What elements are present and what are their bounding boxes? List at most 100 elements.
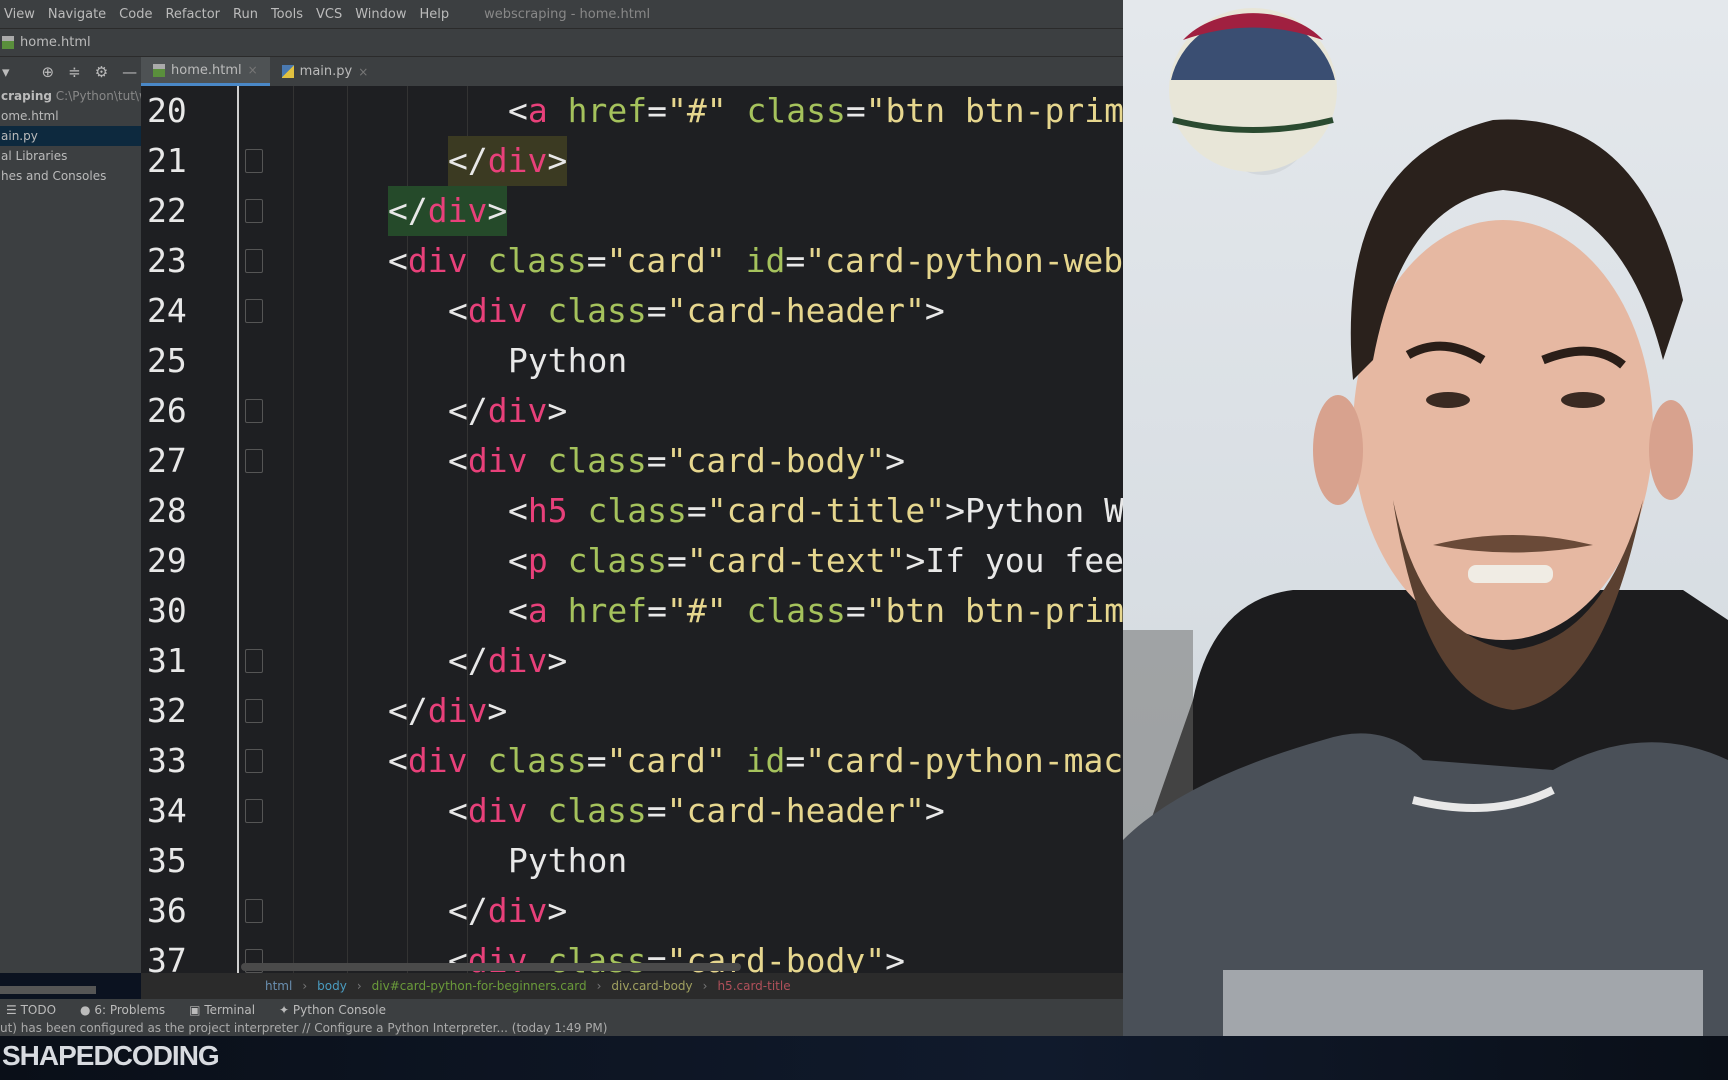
menu-item-code[interactable]: Code [119,7,152,22]
project-root[interactable]: craping C:\Python\tut\wel [0,86,141,106]
fold-marker-icon[interactable] [245,649,263,673]
code-token: class [487,741,587,780]
code-line[interactable]: 26 </div> [141,386,1123,436]
code-token: = [647,91,667,130]
dropdown-icon[interactable]: ▾ [2,63,10,81]
code-line[interactable]: 34 <div class="card-header"> [141,786,1123,836]
toolwindow-todo[interactable]: ☰ TODO [6,1003,56,1017]
collapse-all-icon[interactable]: ≑ [68,63,81,81]
code-token: < [388,741,408,780]
close-icon[interactable]: × [358,65,368,79]
hide-icon[interactable]: — [122,63,137,81]
code-line[interactable]: 29 <p class="card-text">If you fee [141,536,1123,586]
menu-item-navigate[interactable]: Navigate [48,7,106,22]
code-token: = [646,441,667,480]
tab-home-html[interactable]: home.html × [141,57,270,86]
nav-file[interactable]: home.html [20,35,91,50]
code-token: div [487,391,548,430]
code-editor[interactable]: 20 <a href="#" class="btn btn-prim 21 </div… [141,86,1123,973]
code-token: > [547,141,568,180]
code-line[interactable]: 24 <div class="card-header"> [141,286,1123,336]
sidebar-item[interactable]: ain.py [0,126,141,146]
code-line[interactable]: 23 <div class="card" id="card-python-web [141,236,1123,286]
code-line[interactable]: 35 Python [141,836,1123,886]
toolwindow-problems[interactable]: ● 6: Problems [80,1003,165,1017]
locate-icon[interactable]: ⊕ [42,63,55,81]
chevron-right-icon: › [596,979,602,993]
menu-item-help[interactable]: Help [419,7,449,22]
code-token: Python W [965,491,1123,530]
fold-marker-icon[interactable] [245,449,263,473]
code-content: </div> [388,686,507,736]
breadcrumb-item[interactable]: body [317,979,347,993]
toolwindow-terminal[interactable]: ▣ Terminal [189,1003,255,1017]
menu-item-tools[interactable]: Tools [271,7,303,22]
toolwindow-pythonconsole[interactable]: ✦ Python Console [279,1003,386,1017]
horizontal-scrollbar[interactable] [241,963,741,971]
fold-marker-icon[interactable] [245,749,263,773]
code-content: Python [508,836,627,886]
code-token: "card" [606,741,726,780]
code-line[interactable]: 33 <div class="card" id="card-python-mac [141,736,1123,786]
breadcrumb-item[interactable]: html [265,979,292,993]
gear-icon[interactable]: ⚙ [95,63,108,81]
code-line[interactable]: 31 </div> [141,636,1123,686]
code-line[interactable]: 25 Python [141,336,1123,386]
menu-item-vcs[interactable]: VCS [316,7,342,22]
fold-marker-icon[interactable] [245,899,263,923]
fold-marker-icon[interactable] [245,799,263,823]
code-token: > [547,891,568,930]
line-number: 30 [147,591,187,630]
navigation-bar: home.html [0,29,1123,57]
menu-item-window[interactable]: Window [355,7,406,22]
code-line[interactable]: 22 </div> [141,186,1123,236]
line-number: 28 [147,491,187,530]
code-token: < [508,591,528,630]
fold-marker-icon[interactable] [245,199,263,223]
code-token: = [586,241,607,280]
line-number: 31 [147,641,187,680]
close-icon[interactable]: × [248,63,258,77]
html-file-icon [2,36,14,49]
code-line[interactable]: 27 <div class="card-body"> [141,436,1123,486]
sidebar-item[interactable]: hes and Consoles [0,166,141,186]
code-content: </div> [448,386,567,436]
code-content: <a href="#" class="btn btn-prim [508,586,1123,636]
sidebar-scrollbar[interactable] [0,986,96,994]
python-file-icon [281,65,294,78]
fold-marker-icon[interactable] [245,399,263,423]
fold-marker-icon[interactable] [245,699,263,723]
fold-marker-icon[interactable] [245,249,263,273]
breadcrumb-item[interactable]: h5.card-title [717,979,790,993]
menu-item-refactor[interactable]: Refactor [165,7,220,22]
menu-item-run[interactable]: Run [233,7,258,22]
code-token: "card-python-mac [805,741,1123,780]
code-token: div [427,691,488,730]
code-token: </ [448,891,488,930]
tool-window-bar: ☰ TODO ● 6: Problems ▣ Terminal ✦ Python Co… [0,999,1123,1021]
code-token: = [785,741,806,780]
line-number: 20 [147,91,187,130]
code-line[interactable]: 21 </div> [141,136,1123,186]
breadcrumb-item[interactable]: div.card-body [611,979,692,993]
code-token: div [407,741,468,780]
line-number: 24 [147,291,187,330]
code-line[interactable]: 36 </div> [141,886,1123,936]
code-token: href [567,91,648,130]
tab-label: home.html [171,62,242,78]
code-line[interactable]: 28 <h5 class="card-title">Python W [141,486,1123,536]
code-token: < [508,491,528,530]
menu-item-view[interactable]: View [4,7,35,22]
fold-marker-icon[interactable] [245,299,263,323]
sidebar-item[interactable]: ome.html [0,106,141,126]
code-line[interactable]: 32 </div> [141,686,1123,736]
tab-main-py[interactable]: main.py × [270,57,381,86]
line-number: 26 [147,391,187,430]
fold-marker-icon[interactable] [245,149,263,173]
sidebar-item[interactable]: al Libraries [0,146,141,166]
code-line[interactable]: 30 <a href="#" class="btn btn-prim [141,586,1123,636]
code-token: div [467,441,528,480]
breadcrumb-item[interactable]: div#card-python-for-beginners.card [372,979,587,993]
code-line[interactable]: 20 <a href="#" class="btn btn-prim [141,86,1123,136]
